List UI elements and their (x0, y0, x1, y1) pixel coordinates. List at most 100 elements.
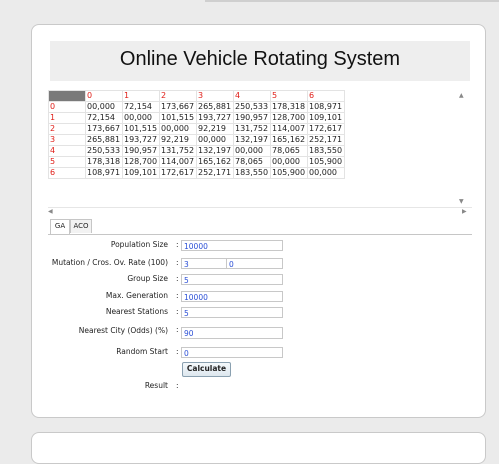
nearest-city-label: Nearest City (Odds) (%) (78, 326, 168, 335)
matrix-row: 0 00,000 72,154 173,667 265,881 250,533 178,31… (48, 101, 345, 113)
matrix-cell: 78,065 (233, 156, 271, 168)
matrix-cell: 128,700 (122, 156, 160, 168)
matrix-row-header: 1 (48, 112, 86, 124)
distance-matrix: 0 1 2 3 4 5 6 0 00,000 72,154 173,667 265,881 250,53… (48, 90, 345, 179)
matrix-cell: 252,171 (307, 134, 345, 146)
matrix-cell: 190,957 (122, 145, 160, 157)
matrix-row: 1 72,154 00,000 101,515 193,727 190,957 128,70… (48, 112, 345, 124)
scroll-down-icon[interactable]: ▼ (459, 198, 464, 205)
matrix-row: 2 173,667 101,515 00,000 92,219 131,752 114,00… (48, 123, 345, 135)
matrix-cell: 172,617 (307, 123, 345, 135)
matrix-col-header: 4 (233, 90, 271, 102)
matrix-row-header: 2 (48, 123, 86, 135)
secondary-panel (31, 432, 486, 464)
matrix-cell: 00,000 (85, 101, 123, 113)
max-generation-input[interactable]: 10000 (181, 291, 283, 302)
matrix-cell: 00,000 (159, 123, 197, 135)
matrix-cell: 92,219 (196, 123, 234, 135)
max-generation-label: Max. Generation (105, 291, 168, 300)
matrix-row-header: 4 (48, 145, 86, 157)
group-size-label: Group Size (127, 274, 168, 283)
population-size-colon: : (176, 240, 179, 249)
result-colon: : (176, 381, 179, 390)
matrix-cell: 250,533 (85, 145, 123, 157)
matrix-col-header: 0 (85, 90, 123, 102)
matrix-cell: 183,550 (233, 167, 271, 179)
distance-matrix-container[interactable]: 0 1 2 3 4 5 6 0 00,000 72,154 173,667 265,881 250,53… (48, 90, 472, 206)
matrix-cell: 173,667 (159, 101, 197, 113)
matrix-cell: 190,957 (233, 112, 271, 124)
matrix-row-header: 0 (48, 101, 86, 113)
nearest-city-colon: : (176, 325, 179, 334)
matrix-cell: 92,219 (159, 134, 197, 146)
group-size-colon: : (176, 274, 179, 283)
matrix-col-header: 1 (122, 90, 160, 102)
matrix-cell: 250,533 (233, 101, 271, 113)
result-label: Result (144, 381, 168, 390)
matrix-cell: 00,000 (196, 134, 234, 146)
mutation-rate-label: Mutation / Cros. Ov. Rate (100) (51, 258, 168, 267)
matrix-cell: 132,197 (233, 134, 271, 146)
matrix-cell: 101,515 (159, 112, 197, 124)
matrix-row: 3 265,881 193,727 92,219 00,000 132,197 165,16… (48, 134, 345, 146)
matrix-cell: 165,162 (270, 134, 308, 146)
matrix-cell: 265,881 (196, 101, 234, 113)
mutation-rate-input[interactable]: 3 (181, 258, 229, 269)
matrix-cell: 00,000 (122, 112, 160, 124)
matrix-col-header: 3 (196, 90, 234, 102)
matrix-cell: 173,667 (85, 123, 123, 135)
crossover-rate-input[interactable]: 0 (226, 258, 283, 269)
matrix-cell: 108,971 (307, 101, 345, 113)
matrix-cell: 78,065 (270, 145, 308, 157)
tab-aco[interactable]: ACO (70, 219, 92, 233)
matrix-cell: 178,318 (270, 101, 308, 113)
matrix-cell: 00,000 (307, 167, 345, 179)
matrix-row-header: 6 (48, 167, 86, 179)
matrix-cell: 00,000 (270, 156, 308, 168)
matrix-corner-cell (48, 90, 86, 102)
matrix-cell: 109,101 (307, 112, 345, 124)
population-size-input[interactable]: 10000 (181, 240, 283, 251)
random-start-label: Random Start (116, 347, 168, 356)
matrix-cell: 105,900 (307, 156, 345, 168)
matrix-cell: 193,727 (122, 134, 160, 146)
matrix-row-header: 3 (48, 134, 86, 146)
matrix-cell: 131,752 (159, 145, 197, 157)
scroll-up-icon[interactable]: ▲ (459, 92, 464, 99)
mutation-rate-colon: : (176, 258, 179, 267)
matrix-row: 6 108,971 109,101 172,617 252,171 183,550 105,… (48, 167, 345, 179)
nearest-stations-label: Nearest Stations (105, 307, 168, 316)
matrix-row: 5 178,318 128,700 114,007 165,162 78,065 00,00… (48, 156, 345, 168)
tab-ga[interactable]: GA (50, 219, 70, 234)
scroll-left-icon[interactable]: ◀ (48, 208, 53, 215)
matrix-cell: 131,752 (233, 123, 271, 135)
group-size-input[interactable]: 5 (181, 274, 283, 285)
max-generation-colon: : (176, 291, 179, 300)
matrix-cell: 72,154 (85, 112, 123, 124)
matrix-col-header: 5 (270, 90, 308, 102)
matrix-cell: 252,171 (196, 167, 234, 179)
matrix-cell: 128,700 (270, 112, 308, 124)
random-start-input[interactable]: 0 (181, 347, 283, 358)
matrix-header-row: 0123456 (48, 90, 345, 102)
random-start-colon: : (176, 347, 179, 356)
nearest-city-input[interactable]: 90 (181, 327, 283, 339)
matrix-col-header: 6 (307, 90, 345, 102)
matrix-col-header: 2 (159, 90, 197, 102)
matrix-cell: 109,101 (122, 167, 160, 179)
calculate-button[interactable]: Calculate (182, 362, 231, 377)
top-divider (205, 0, 499, 2)
matrix-cell: 101,515 (122, 123, 160, 135)
matrix-cell: 165,162 (196, 156, 234, 168)
matrix-row-header: 5 (48, 156, 86, 168)
nearest-stations-input[interactable]: 5 (181, 307, 283, 318)
vertical-scrollbar[interactable]: ▲ ▼ (456, 90, 469, 208)
matrix-cell: 193,727 (196, 112, 234, 124)
horizontal-scrollbar[interactable]: ◀ ▶ (48, 207, 472, 218)
matrix-cell: 00,000 (233, 145, 271, 157)
matrix-cell: 114,007 (159, 156, 197, 168)
matrix-cell: 108,971 (85, 167, 123, 179)
matrix-cell: 114,007 (270, 123, 308, 135)
matrix-cell: 183,550 (307, 145, 345, 157)
scroll-right-icon[interactable]: ▶ (462, 208, 467, 215)
